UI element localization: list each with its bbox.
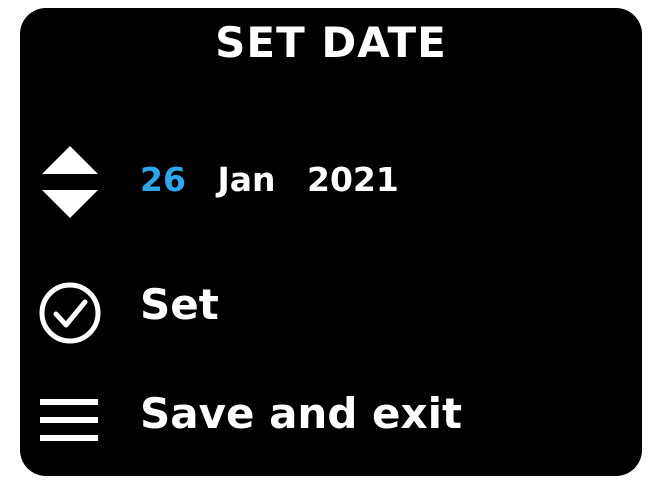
screen-title: SET DATE	[215, 18, 447, 67]
date-value: 26 Jan 2021	[140, 160, 419, 200]
date-day[interactable]: 26	[140, 160, 186, 199]
check-circle-icon	[38, 281, 102, 349]
device-screen: SET DATE 26 Jan 2021 Set Save and exit	[20, 8, 642, 476]
set-button[interactable]: Set	[20, 273, 642, 344]
menu-lines-icon	[38, 396, 102, 450]
save-and-exit-label: Save and exit	[140, 389, 463, 438]
date-adjust-row[interactable]: 26 Jan 2021	[20, 146, 642, 218]
up-down-arrows-icon[interactable]	[38, 144, 102, 226]
set-label: Set	[140, 280, 219, 329]
date-month[interactable]: Jan	[217, 160, 275, 199]
save-and-exit-button[interactable]: Save and exit	[20, 386, 642, 456]
date-year[interactable]: 2021	[307, 160, 399, 199]
